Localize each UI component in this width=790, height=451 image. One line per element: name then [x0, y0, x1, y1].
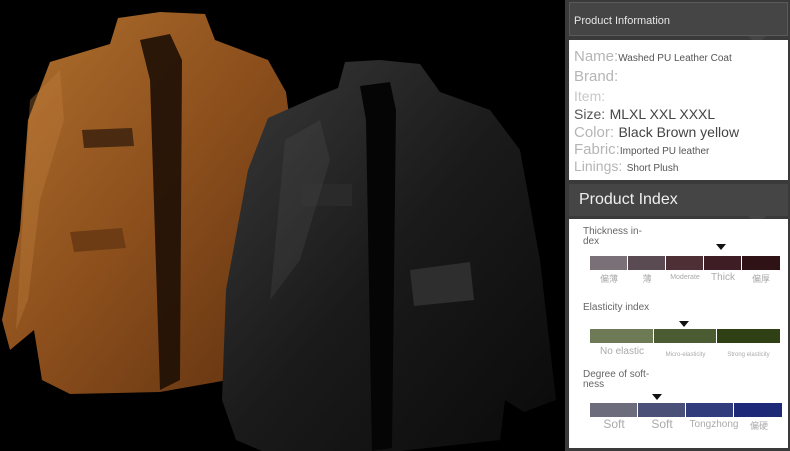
softness-segment — [686, 403, 734, 417]
softness-scale — [590, 403, 782, 417]
elasticity-segment — [654, 329, 717, 343]
thickness-title-line-2: dex — [583, 236, 600, 247]
fabric-label: Fabric: — [574, 141, 620, 158]
softness-segment — [734, 403, 782, 417]
thickness-label-1: 偏薄 — [599, 274, 618, 284]
elasticity-label-2: Micro-elasticity — [665, 352, 706, 358]
linings-value: Short Plush — [626, 163, 679, 174]
color-value: Black Brown yellow — [618, 124, 740, 140]
thickness-label-3: Moderate — [670, 274, 700, 281]
thickness-label-2: 薄 — [642, 274, 652, 284]
elasticity-label-3: Strong elasticity — [727, 352, 770, 358]
elasticity-segment — [590, 329, 654, 343]
softness-label-1: Soft — [603, 417, 625, 431]
softness-title-line-2: ness — [583, 379, 605, 390]
thickness-segment — [742, 256, 780, 270]
thickness-scale — [590, 256, 780, 270]
elasticity-title: Elasticity index — [583, 303, 649, 313]
thickness-indicator-icon — [716, 244, 726, 250]
softness-label-4: 偏硬 — [749, 421, 768, 431]
thickness-title: Thickness in- dex — [583, 227, 642, 247]
jackets-illustration — [2, 12, 556, 451]
softness-segment — [590, 403, 638, 417]
product-index-title: Product Index — [579, 191, 678, 208]
linings-label: Linings: — [574, 158, 623, 174]
elasticity-title-line-1: Elasticity index — [583, 302, 650, 313]
softness-label-3: Tongzhong — [689, 419, 739, 430]
product-index-header: Product Index — [569, 184, 788, 216]
thickness-segment — [666, 256, 704, 270]
elasticity-segment — [717, 329, 780, 343]
item-label: Item: — [574, 88, 606, 104]
product-information-title: Product Information — [574, 15, 670, 27]
size-value: MLXL XXL XXXL — [609, 106, 716, 122]
brand-label: Brand: — [574, 68, 619, 85]
color-label: Color: — [574, 124, 615, 141]
elasticity-indicator-icon — [679, 321, 689, 327]
thickness-segment — [704, 256, 742, 270]
elasticity-label-1: No elastic — [600, 346, 644, 357]
size-label: Size: — [574, 106, 606, 122]
thickness-label-4: Thick — [711, 272, 735, 283]
name-value: Washed PU Leather Coat — [618, 53, 732, 64]
softness-indicator-icon — [652, 394, 663, 400]
softness-title: Degree of soft- ness — [583, 370, 649, 390]
name-label: Name: — [574, 48, 619, 65]
thickness-segment — [628, 256, 666, 270]
product-index-body: Thickness in- dex 偏薄 薄 Moderate Thick 偏厚… — [569, 219, 788, 448]
thickness-label-5: 偏厚 — [751, 274, 770, 284]
thickness-segment — [590, 256, 628, 270]
black-jacket — [222, 60, 556, 451]
softness-label-2: Soft — [651, 417, 673, 431]
product-information-header: Product Information — [569, 2, 788, 36]
elasticity-scale — [590, 329, 780, 343]
product-information-table: Name:Washed PU Leather Coat Brand: Item:… — [569, 40, 788, 180]
product-photo — [0, 0, 565, 451]
product-details-panel: Product Information Name:Washed PU Leath… — [565, 0, 790, 451]
fabric-value: Imported PU leather — [619, 146, 710, 157]
softness-segment — [638, 403, 686, 417]
